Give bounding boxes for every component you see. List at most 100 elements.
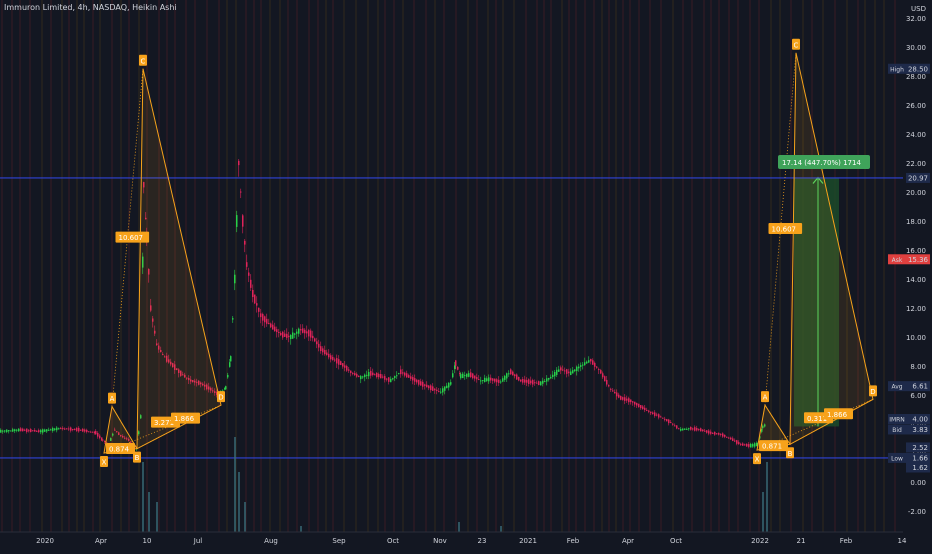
x-tick-label: 2021 [519,537,537,545]
candle [54,428,56,430]
candle [0,429,2,433]
candle [58,428,60,430]
candle [352,372,354,374]
candle [736,440,738,444]
candle [578,366,580,369]
candle [392,378,394,380]
price-tag-name: Avg [891,384,902,391]
candle [22,428,24,432]
candle [722,433,724,437]
candle [710,431,712,434]
candle [412,377,414,381]
candle [468,373,470,377]
candle [460,374,462,379]
candle [570,371,572,376]
candle [36,430,38,432]
candle [596,366,598,368]
candle [664,418,666,420]
candle [686,428,688,430]
candle [350,370,352,374]
x-tick-label: 10 [143,537,152,545]
candle [658,414,660,418]
candle [466,373,468,377]
candle [544,381,546,383]
candle [576,366,578,372]
candle [416,379,418,383]
candle [346,366,348,371]
y-tick-label: 12.00 [906,305,926,313]
y-tick-label: -2.00 [908,508,926,516]
pattern-point-label: B [135,454,140,462]
candle [532,380,534,385]
candle [102,439,104,441]
candle [20,428,22,432]
candle [34,429,36,432]
candle [258,307,260,312]
candle [698,429,700,431]
candle [472,373,474,379]
candle [556,369,558,375]
candle [440,391,442,393]
candle [670,422,672,424]
candle [672,423,674,425]
candle [240,191,242,193]
candle [696,427,698,431]
y-tick-label: 20.00 [906,189,926,197]
candle [462,373,464,379]
candle [386,378,388,380]
y-tick-label: 18.00 [906,218,926,226]
candle [270,323,272,328]
candle [66,428,68,430]
candle [506,373,508,379]
candle [229,362,231,367]
candle [336,358,338,364]
candle [646,409,648,411]
candle [406,373,408,378]
candle [676,425,678,429]
candle [732,438,734,441]
candle [4,430,6,432]
x-tick-label: 21 [797,537,806,545]
candle [558,369,560,372]
candle [494,378,496,382]
candle [436,389,438,391]
candle [600,370,602,374]
candle [640,405,642,409]
price-tag-name: Ask [892,257,903,264]
candle [418,379,420,385]
candle [454,365,456,369]
chart-svg[interactable]: XABCD10.6070.8743.271 1.866XABCD10.6070.8… [0,0,932,550]
candle [490,377,492,381]
candle [64,428,66,430]
candle [504,375,506,380]
candle [232,318,234,320]
candle [282,331,284,338]
candle [14,429,16,432]
candle [74,428,76,430]
volume-bar [766,462,768,532]
ratio-label-xb: 0.874 [109,446,130,454]
candle [316,341,318,345]
candle [654,412,656,416]
candle [752,444,754,447]
candle [56,427,58,431]
candles [0,159,766,451]
candle [457,366,459,370]
candle [420,381,422,386]
candle [592,360,594,365]
candle [488,377,490,382]
chart-area[interactable]: Immuron Limited, 4h, NASDAQ, Heikin Ashi… [0,0,932,550]
candle [424,384,426,386]
candle [40,430,42,433]
candle [674,425,676,427]
candle [442,388,444,393]
candle [28,430,30,432]
candle [290,334,292,340]
candle [266,318,268,324]
candle [370,370,372,376]
candle [380,374,382,379]
candle [76,427,78,432]
candle [278,331,280,333]
candle [284,333,286,337]
candle [734,440,736,442]
